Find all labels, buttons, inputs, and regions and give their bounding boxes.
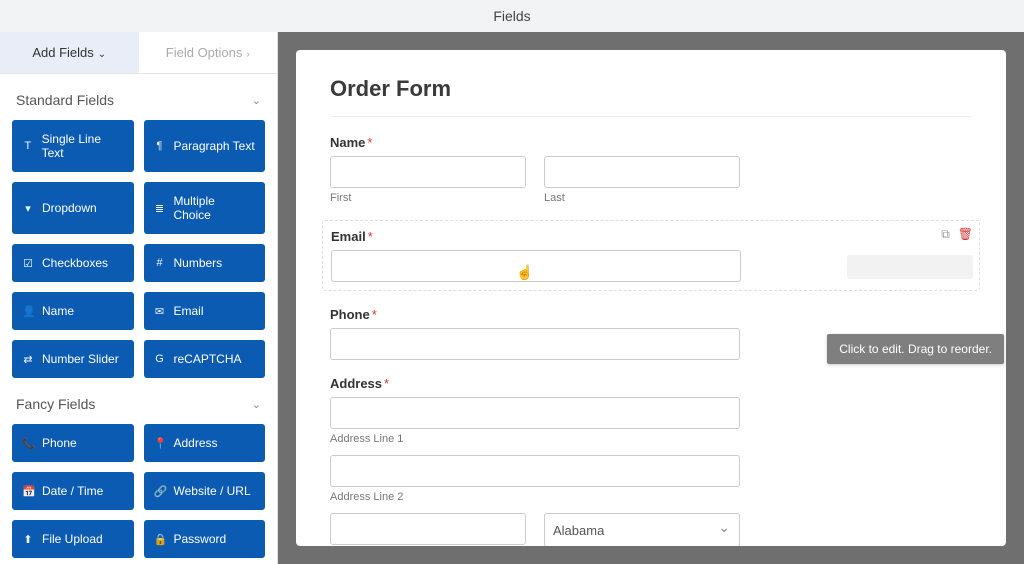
form-row-name[interactable]: Name* First Last [330,135,972,204]
fancy-fields-grid: 📞Phone 📍Address 📅Date / Time 🔗Website / … [12,424,265,564]
email-label: Email* [331,229,971,244]
lock-icon: 🔒 [154,533,166,546]
list-icon: ≣ [154,202,166,215]
standard-fields-grid: TSingle Line Text ¶Paragraph Text ▾Dropd… [12,120,265,378]
phone-input[interactable] [330,328,740,360]
form-title[interactable]: Order Form [330,76,972,117]
address-label: Address* [330,376,972,391]
hash-icon: # [154,257,166,269]
duplicate-icon[interactable]: ⧉ [941,227,950,242]
required-asterisk: * [372,307,377,322]
city-input[interactable] [330,513,526,545]
tab-field-options-label: Field Options [166,45,243,60]
first-sublabel: First [330,192,526,204]
required-asterisk: * [368,229,373,244]
field-numbers[interactable]: #Numbers [144,244,266,282]
paragraph-icon: ¶ [154,140,166,152]
field-checkboxes[interactable]: ☑Checkboxes [12,244,134,282]
chevron-down-icon: ⌄ [98,49,106,60]
chevron-down-icon: ⌄ [252,94,261,107]
field-password[interactable]: 🔒Password [144,520,266,558]
ghost-placeholder [847,255,973,279]
field-dropdown[interactable]: ▾Dropdown [12,182,134,234]
last-name-input[interactable] [544,156,740,188]
sidebar: Add Fields ⌄ Field Options› Standard Fiel… [0,32,278,564]
main-layout: Add Fields ⌄ Field Options› Standard Fiel… [0,32,1024,564]
field-website-url[interactable]: 🔗Website / URL [144,472,266,510]
tab-add-fields-label: Add Fields [32,45,93,60]
slider-icon: ⇄ [22,353,34,366]
field-paragraph-text[interactable]: ¶Paragraph Text [144,120,266,172]
person-icon: 👤 [22,305,34,318]
field-email[interactable]: ✉Email [144,292,266,330]
field-single-line-text[interactable]: TSingle Line Text [12,120,134,172]
row-actions: ⧉ 🗑 [941,227,973,242]
delete-icon[interactable]: 🗑 [958,227,973,242]
address-line2-input[interactable] [330,455,740,487]
pin-icon: 📍 [154,437,166,450]
sidebar-tabbar: Add Fields ⌄ Field Options› [0,32,277,74]
state-select-wrap: Alabama [544,513,740,546]
field-number-slider[interactable]: ⇄Number Slider [12,340,134,378]
address-line2-sublabel: Address Line 2 [330,491,972,503]
first-name-input[interactable] [330,156,526,188]
phone-label: Phone* [330,307,972,322]
sidebar-scroll: Standard Fields ⌄ TSingle Line Text ¶Par… [0,74,277,564]
page-header: Fields [0,0,1024,32]
form-canvas[interactable]: Order Form Name* First Last ⧉ [296,50,1006,546]
link-icon: 🔗 [154,485,166,498]
last-sublabel: Last [544,192,740,204]
field-name[interactable]: 👤Name [12,292,134,330]
field-multiple-choice[interactable]: ≣Multiple Choice [144,182,266,234]
section-title: Standard Fields [16,92,114,108]
state-select[interactable]: Alabama [544,513,740,546]
section-fancy-fields[interactable]: Fancy Fields ⌄ [12,378,265,424]
form-row-email[interactable]: ⧉ 🗑 Email* [322,220,980,291]
calendar-icon: 📅 [22,485,34,498]
address-line1-sublabel: Address Line 1 [330,433,972,445]
form-row-phone[interactable]: Phone* [330,307,972,360]
dropdown-icon: ▾ [22,202,34,215]
name-label: Name* [330,135,972,150]
field-recaptcha[interactable]: GreCAPTCHA [144,340,266,378]
chevron-down-icon: ⌄ [252,398,261,411]
envelope-icon: ✉ [154,305,166,318]
upload-icon: ⬆ [22,533,34,546]
section-standard-fields[interactable]: Standard Fields ⌄ [12,74,265,120]
form-row-address[interactable]: Address* Address Line 1 Address Line 2 C… [330,376,972,546]
google-icon: G [154,353,166,365]
field-file-upload[interactable]: ⬆File Upload [12,520,134,558]
name-two-col: First Last [330,156,740,204]
required-asterisk: * [367,135,372,150]
field-address[interactable]: 📍Address [144,424,266,462]
canvas-wrap: Order Form Name* First Last ⧉ [278,32,1024,564]
chevron-right-icon: › [246,49,249,60]
checkbox-icon: ☑ [22,257,34,270]
email-input[interactable] [331,250,741,282]
required-asterisk: * [384,376,389,391]
field-date-time[interactable]: 📅Date / Time [12,472,134,510]
phone-icon: 📞 [22,437,34,450]
tab-add-fields[interactable]: Add Fields ⌄ [0,32,139,73]
section-title: Fancy Fields [16,396,95,412]
text-icon: T [22,140,34,152]
field-phone[interactable]: 📞Phone [12,424,134,462]
page-title: Fields [493,8,530,24]
tab-field-options[interactable]: Field Options› [139,32,278,73]
address-line1-input[interactable] [330,397,740,429]
